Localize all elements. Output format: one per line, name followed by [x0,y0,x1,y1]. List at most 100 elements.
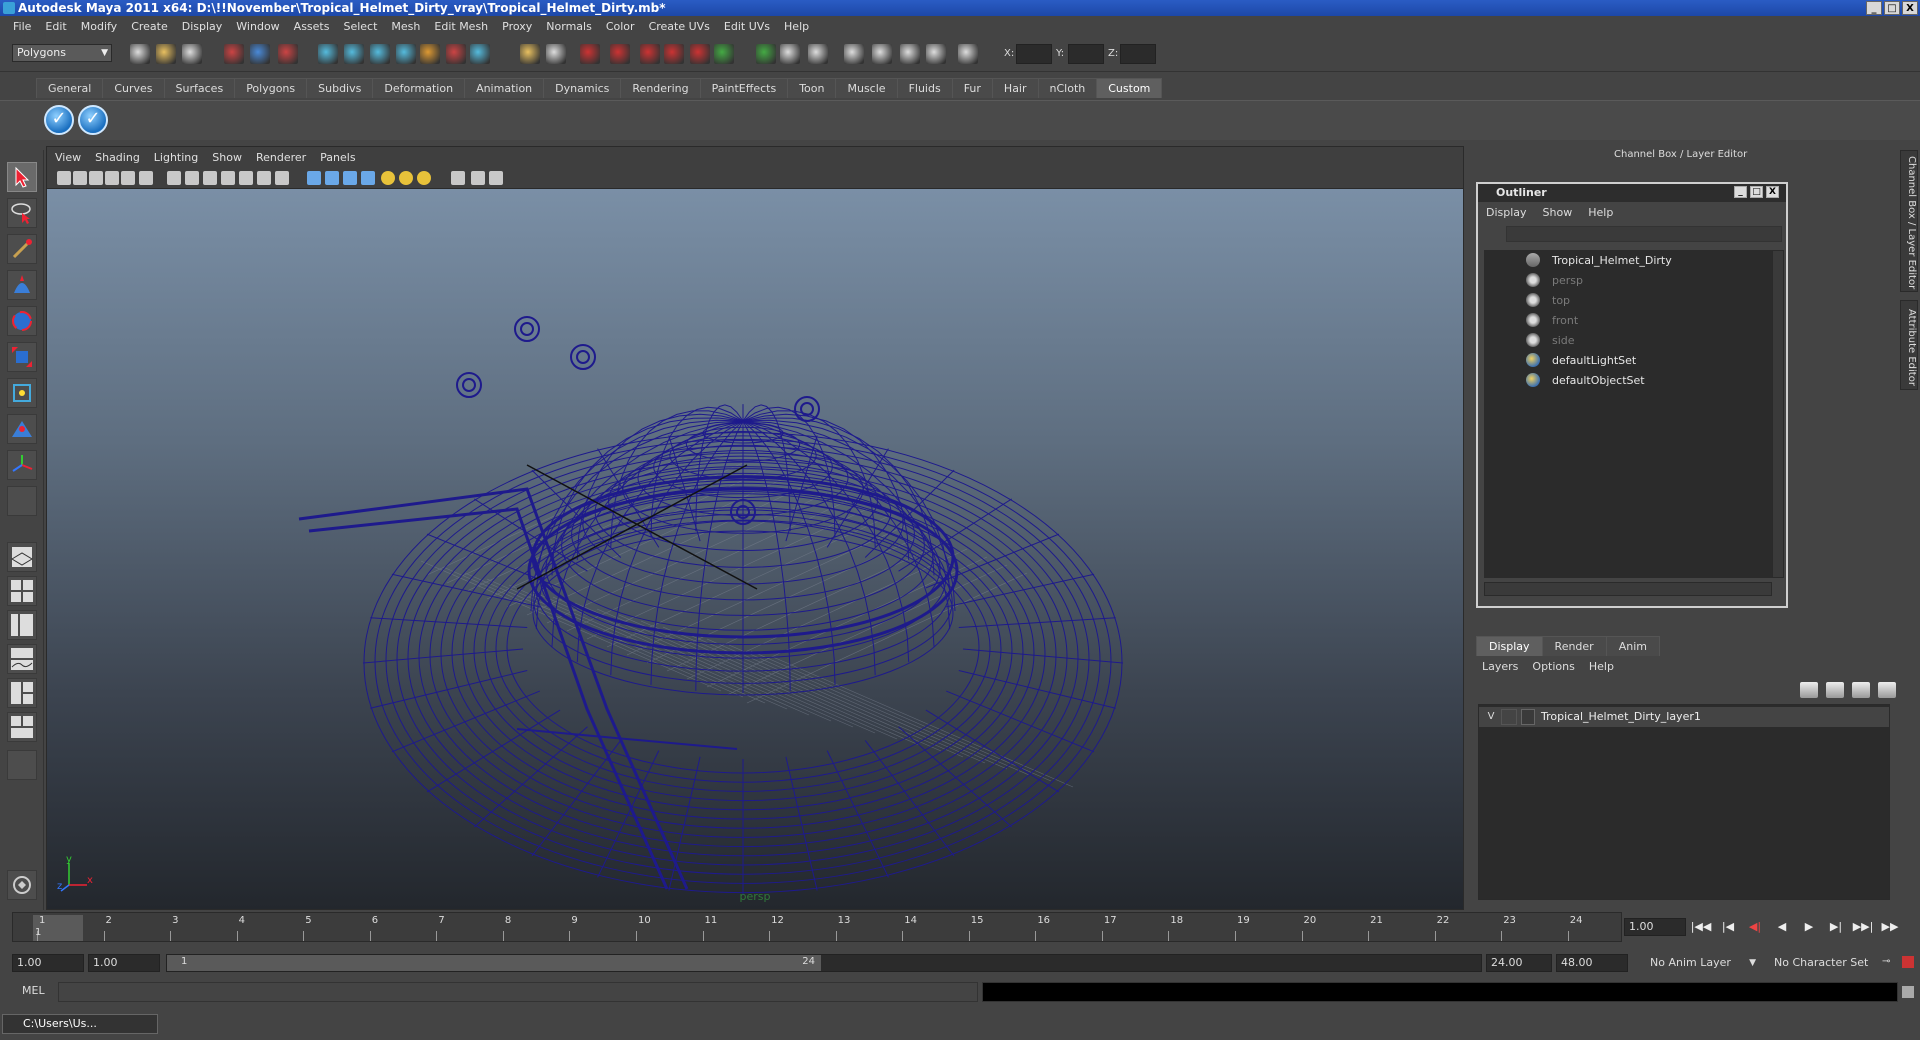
grid-toggle-icon[interactable] [167,171,181,185]
layer-menu-options[interactable]: Options [1532,660,1574,673]
safe-action-icon[interactable] [257,171,271,185]
scale-tool-icon[interactable] [7,342,37,372]
xray-icon[interactable] [471,171,485,185]
textured-icon[interactable] [361,171,375,185]
menu-proxy[interactable]: Proxy [495,20,539,33]
outliner-item[interactable]: persp [1484,270,1772,290]
snap-to-point-icon[interactable] [370,44,390,64]
shelf-tab-rendering[interactable]: Rendering [620,78,701,98]
play-forwards-icon[interactable]: ▶ [1798,918,1820,936]
current-time-field[interactable]: 1.00 [1624,918,1686,936]
shelf-tab-custom[interactable]: Custom [1096,78,1163,98]
shelf-tab-fur[interactable]: Fur [951,78,993,98]
last-tool-icon[interactable] [7,486,37,516]
resolution-gate-icon[interactable] [203,171,217,185]
select-tool-icon[interactable] [7,162,37,192]
universal-manipulator-icon[interactable] [7,378,37,408]
hypershade-persp-layout-icon[interactable] [7,678,37,708]
shelf-tab-painteffects[interactable]: PaintEffects [699,78,789,98]
safe-title-icon[interactable] [275,171,289,185]
outliner-item[interactable]: front [1484,310,1772,330]
animation-end-field[interactable]: 48.00 [1556,954,1628,972]
outliner-item[interactable]: defaultObjectSet [1484,370,1772,390]
outliner-minimize-button[interactable]: _ [1734,186,1747,198]
step-back-key-icon[interactable]: |◀ [1717,918,1739,936]
panel-menu-show[interactable]: Show [212,151,250,164]
film-gate-icon[interactable] [185,171,199,185]
panel-menu-lighting[interactable]: Lighting [154,151,206,164]
minimized-window[interactable]: C:\Users\Us... [2,1014,158,1034]
new-empty-layer-icon[interactable] [1852,682,1870,698]
shelf-tab-muscle[interactable]: Muscle [835,78,898,98]
camera-attributes-icon[interactable] [73,171,87,185]
four-pane-layout-icon[interactable] [7,576,37,606]
layer-tab-anim[interactable]: Anim [1605,636,1660,656]
input-ops-icon[interactable] [580,44,600,64]
outliner-title-bar[interactable]: Outliner _ □ X [1478,184,1786,202]
gate-mask-icon[interactable] [221,171,235,185]
uv-editor-icon[interactable] [872,44,892,64]
smooth-wire-icon[interactable] [343,171,357,185]
close-button[interactable]: X [1902,1,1918,15]
render-current-icon[interactable] [664,44,684,64]
menu-edit-mesh[interactable]: Edit Mesh [427,20,495,33]
layer-tab-display[interactable]: Display [1476,636,1543,656]
menu-assets[interactable]: Assets [287,20,337,33]
snap-to-view-icon[interactable] [396,44,416,64]
soft-modification-icon[interactable] [7,414,37,444]
outliner-item[interactable]: side [1484,330,1772,350]
menu-mesh[interactable]: Mesh [384,20,427,33]
grease-pencil-icon[interactable] [139,171,153,185]
use-all-lights-icon[interactable] [381,171,395,185]
panel-menu-renderer[interactable]: Renderer [256,151,314,164]
mixed-layout-icon[interactable] [7,712,37,742]
ipr-render-icon[interactable] [690,44,710,64]
move-layer-down-icon[interactable] [1826,682,1844,698]
preferences-icon[interactable] [1902,956,1914,968]
select-by-hierarchy-icon[interactable] [224,44,244,64]
save-scene-icon[interactable] [182,44,202,64]
shelf-tab-toon[interactable]: Toon [787,78,837,98]
bookmarks-icon[interactable] [89,171,103,185]
panel-menu-panels[interactable]: Panels [320,151,363,164]
go-to-start-icon[interactable]: |◀◀ [1690,918,1712,936]
select-by-object-icon[interactable] [250,44,270,64]
shelf-tab-subdivs[interactable]: Subdivs [306,78,374,98]
animation-start-field[interactable]: 1.00 [12,954,84,972]
move-layer-up-icon[interactable] [1800,682,1818,698]
new-layer-selected-icon[interactable] [1878,682,1896,698]
minimize-button[interactable]: _ [1866,1,1882,15]
outliner-persp-layout-icon[interactable] [7,610,37,640]
command-input[interactable] [58,982,978,1002]
layer-playback-toggle[interactable] [1501,709,1517,725]
menu-modify[interactable]: Modify [74,20,124,33]
open-scene-icon[interactable] [156,44,176,64]
step-back-frame-icon[interactable]: ◀| [1744,918,1766,936]
layer-color-swatch[interactable] [1521,709,1535,725]
highlight-icon[interactable] [546,44,566,64]
shelf-tab-surfaces[interactable]: Surfaces [163,78,236,98]
shelf-tab-hair[interactable]: Hair [991,78,1039,98]
help-icon[interactable] [470,44,490,64]
layer-visibility-toggle[interactable]: V [1483,709,1499,725]
panel-menu-shading[interactable]: Shading [95,151,148,164]
output-ops-icon[interactable] [610,44,630,64]
shelf-tab-curves[interactable]: Curves [102,78,165,98]
shelf-tab-deformation[interactable]: Deformation [372,78,466,98]
side-tab-channel-box[interactable]: Channel Box / Layer Editor [1900,150,1918,292]
shadows-icon[interactable] [399,171,413,185]
graph-persp-layout-icon[interactable] [7,644,37,674]
lock-icon[interactable] [520,44,540,64]
camera-icon[interactable] [926,44,946,64]
menu-help[interactable]: Help [777,20,816,33]
y-input[interactable] [1068,44,1104,64]
outliner-item[interactable]: defaultLightSet [1484,350,1772,370]
hypershade-icon[interactable] [756,44,776,64]
custom-shelf-check-icon[interactable]: ✓ [44,105,74,135]
side-tab-attribute-editor[interactable]: Attribute Editor [1900,300,1918,390]
rotate-tool-icon[interactable] [7,306,37,336]
layer-menu-help[interactable]: Help [1589,660,1614,673]
menu-create-uvs[interactable]: Create UVs [642,20,717,33]
time-slider[interactable]: 1 2 3 4 5 6 7 8 9 10 11 12 13 14 15 16 17 18 19 20 21 22 23 24 … [12,912,1622,942]
outliner-filter-input[interactable] [1506,226,1782,242]
